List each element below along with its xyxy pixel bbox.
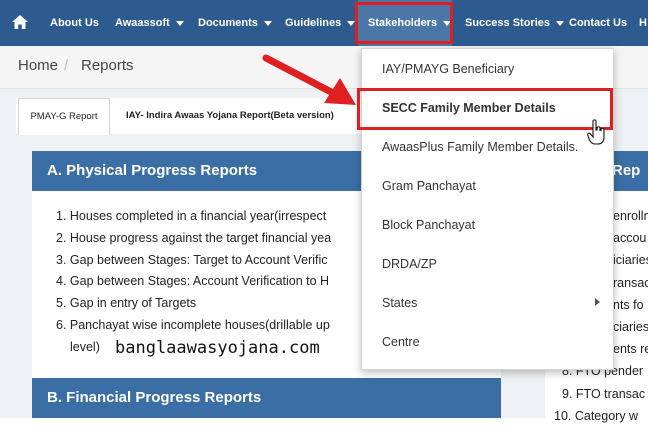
red-arrow-annotation — [262, 54, 356, 105]
hand-cursor-icon — [587, 119, 605, 145]
